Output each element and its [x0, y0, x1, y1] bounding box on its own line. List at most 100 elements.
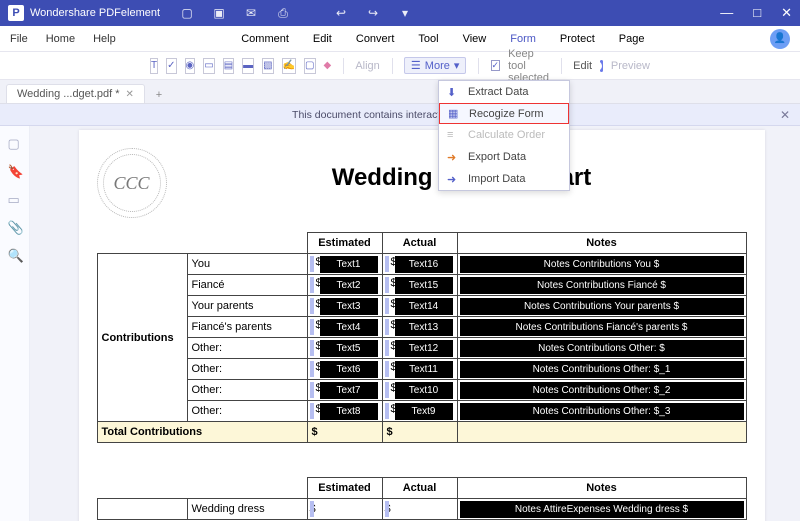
eraser-tool-icon[interactable]: ◆ [324, 58, 332, 74]
rowgroup-attire [97, 499, 187, 520]
cell-actual[interactable]: $ [382, 499, 457, 520]
cell-actual[interactable]: $Text15 [382, 275, 457, 296]
infobar-close-icon[interactable]: ✕ [780, 108, 790, 122]
app-logo-icon: P [8, 5, 24, 21]
open-icon[interactable]: ▢ [180, 6, 194, 20]
cell-estimated[interactable]: $ 1Text2 [307, 275, 382, 296]
date-tool-icon[interactable]: ▢ [304, 58, 315, 74]
menu-convert[interactable]: Convert [356, 33, 395, 45]
more-button[interactable]: ☰ More ▾ [404, 57, 466, 74]
budget-table-2: Estimated Actual Notes Wedding dress$$No… [97, 477, 747, 520]
cell-actual[interactable]: $Text11 [382, 359, 457, 380]
cell-estimated[interactable]: $Text8 [307, 401, 382, 422]
col-estimated: Estimated [307, 233, 382, 254]
dropdown-icon[interactable]: ▾ [398, 6, 412, 20]
cell-estimated[interactable]: $ 9Text1 [307, 254, 382, 275]
cell-estimated[interactable]: $Text3 [307, 296, 382, 317]
cell-estimated[interactable]: $Text7 [307, 380, 382, 401]
combo-tool-icon[interactable]: ▭ [203, 58, 214, 74]
menu-form[interactable]: Form [510, 33, 536, 45]
dropdown-item-export-data[interactable]: ➜ Export Data [439, 146, 569, 168]
dropdown-item-label: Calculate Order [468, 129, 545, 141]
dropdown-item-recogize-form[interactable]: ▦Recogize Form [439, 103, 569, 124]
image-tool-icon[interactable]: ▧ [262, 58, 273, 74]
row-label: Your parents [187, 296, 307, 317]
menu-file[interactable]: File [10, 33, 28, 45]
col-notes: Notes [457, 233, 746, 254]
cell-notes[interactable]: Notes Contributions Fiancé $ [457, 275, 746, 296]
dropdown-item-label: Import Data [468, 173, 525, 185]
menu-tool[interactable]: Tool [418, 33, 438, 45]
cell-actual[interactable]: $Text12 [382, 338, 457, 359]
menu-view[interactable]: View [463, 33, 487, 45]
user-avatar-icon[interactable]: 👤 [770, 29, 790, 49]
dropdown-item-icon: ➜ [447, 173, 460, 186]
cell-notes[interactable]: Notes Contributions Fiancé's parents $ [457, 317, 746, 338]
text-field-icon[interactable]: T [150, 58, 158, 74]
dropdown-item-icon: ➜ [447, 151, 460, 164]
cell-actual[interactable]: $Text9 [382, 401, 457, 422]
add-tab-button[interactable]: + [151, 87, 167, 103]
cell-estimated[interactable]: $Text5 [307, 338, 382, 359]
cell-notes[interactable]: Notes AttireExpenses Wedding dress $ [457, 499, 746, 520]
thumbnail-icon[interactable]: ▢ [8, 136, 22, 150]
print-icon[interactable]: ⎙ [276, 6, 290, 20]
tab-wedding-budget[interactable]: Wedding ...dget.pdf * ✕ [6, 84, 145, 103]
undo-icon[interactable]: ↩ [334, 6, 348, 20]
budget-table-1: Estimated Actual Notes ContributionsYou$… [97, 232, 747, 443]
checkbox-tool-icon[interactable]: ✓ [166, 58, 176, 74]
dropdown-item-label: Export Data [468, 151, 526, 163]
page-title: Wedding Budget Chart [97, 148, 747, 192]
total-est: $ [307, 422, 382, 443]
minimize-button[interactable]: — [720, 5, 733, 21]
attachment-icon[interactable]: 📎 [8, 220, 22, 234]
tab-close-icon[interactable]: ✕ [126, 89, 134, 100]
menubar: File Home Help Comment Edit Convert Tool… [0, 26, 800, 52]
dropdown-item-icon: ⬇ [447, 86, 460, 99]
button-tool-icon[interactable]: ▬ [242, 58, 254, 74]
cell-estimated[interactable]: $ [307, 499, 382, 520]
cell-estimated[interactable]: $Text6 [307, 359, 382, 380]
keep-tool-checkbox[interactable]: ✓ [491, 60, 501, 71]
cell-notes[interactable]: Notes Contributions Your parents $ [457, 296, 746, 317]
edit-label: Edit [573, 60, 592, 72]
table-row: Other:$Text5$Text12Notes Contributions O… [97, 338, 746, 359]
redo-icon[interactable]: ↪ [366, 6, 380, 20]
list-tool-icon[interactable]: ▤ [223, 58, 234, 74]
titlebar: P Wondershare PDFelement ▢ ▣ ✉ ⎙ ↩ ↪ ▾ —… [0, 0, 800, 26]
close-button[interactable]: ✕ [781, 5, 792, 21]
menu-edit[interactable]: Edit [313, 33, 332, 45]
dropdown-item-extract-data[interactable]: ⬇Extract Data [439, 81, 569, 103]
cell-actual[interactable]: $Text14 [382, 296, 457, 317]
maximize-button[interactable]: □ [753, 5, 761, 21]
save-icon[interactable]: ▣ [212, 6, 226, 20]
menu-page[interactable]: Page [619, 33, 645, 45]
edit-preview-toggle[interactable] [600, 60, 603, 72]
menu-home[interactable]: Home [46, 33, 75, 45]
cell-actual[interactable]: $Text10 [382, 380, 457, 401]
form-toolbar: T ✓ ◉ ▭ ▤ ▬ ▧ ✍ ▢ ◆ Align ☰ More ▾ ✓ Kee… [0, 52, 800, 80]
canvas[interactable]: CCC Wedding Budget Chart Estimated Actua… [30, 126, 800, 521]
cell-actual[interactable]: $Text13 [382, 317, 457, 338]
row-label: You [187, 254, 307, 275]
mail-icon[interactable]: ✉ [244, 6, 258, 20]
cell-notes[interactable]: Notes Contributions Other: $_1 [457, 359, 746, 380]
radio-tool-icon[interactable]: ◉ [185, 58, 196, 74]
menu-comment[interactable]: Comment [241, 33, 289, 45]
cell-notes[interactable]: Notes Contributions Other: $_2 [457, 380, 746, 401]
menu-help[interactable]: Help [93, 33, 116, 45]
cell-estimated[interactable]: $Text4 [307, 317, 382, 338]
more-dropdown: ⬇Extract Data▦Recogize Form≡Calculate Or… [438, 80, 570, 191]
table-row: Wedding dress$$Notes AttireExpenses Wedd… [97, 499, 746, 520]
cell-notes[interactable]: Notes Contributions Other: $ [457, 338, 746, 359]
signature-tool-icon[interactable]: ✍ [282, 58, 296, 74]
cell-notes[interactable]: Notes Contributions You $ [457, 254, 746, 275]
search-icon[interactable]: 🔍 [8, 248, 22, 262]
cell-notes[interactable]: Notes Contributions Other: $_3 [457, 401, 746, 422]
comment-panel-icon[interactable]: ▭ [8, 192, 22, 206]
bookmark-icon[interactable]: 🔖 [8, 164, 22, 178]
menu-protect[interactable]: Protect [560, 33, 595, 45]
cell-actual[interactable]: $Text16 [382, 254, 457, 275]
col-actual-2: Actual [382, 478, 457, 499]
dropdown-item-import-data[interactable]: ➜ Import Data [439, 168, 569, 190]
